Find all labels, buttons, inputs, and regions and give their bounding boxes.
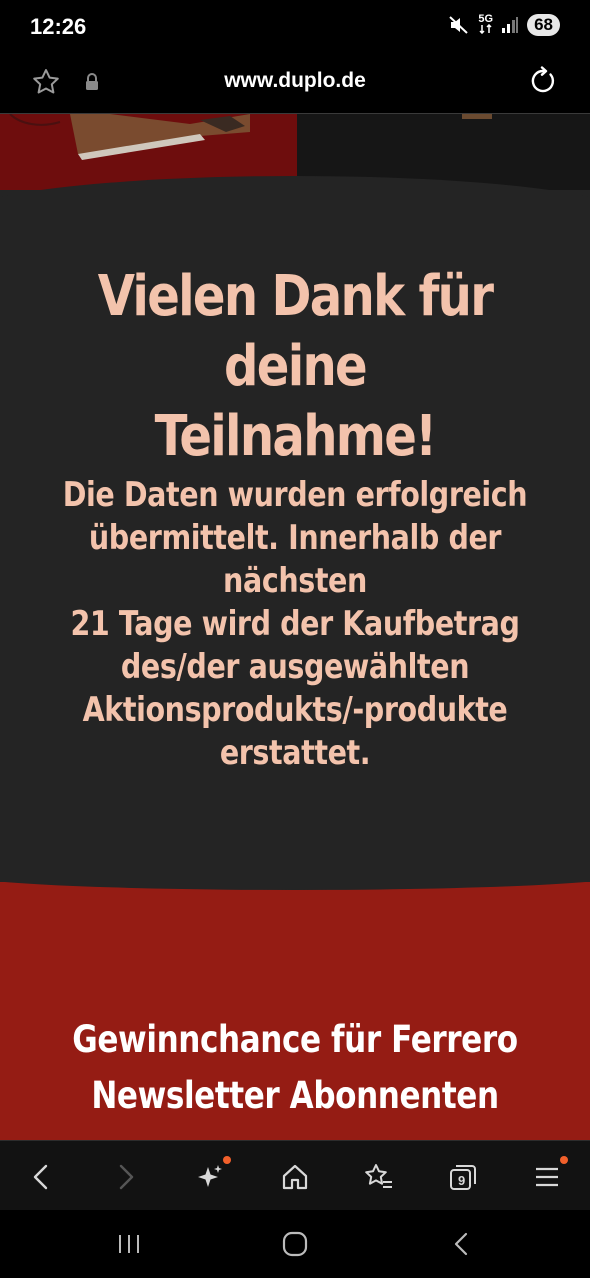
menu-icon[interactable] bbox=[529, 1156, 568, 1195]
promo-heading-line-2: Newsletter Abonnenten bbox=[91, 1074, 499, 1117]
confirmation-line: erstattet. bbox=[219, 733, 371, 773]
system-nav-bar bbox=[0, 1210, 590, 1278]
home-button-icon[interactable] bbox=[275, 1228, 315, 1260]
back-icon[interactable] bbox=[23, 1159, 59, 1195]
page-title-line-2: Teilnahme! bbox=[154, 404, 438, 469]
promo-curve-divider bbox=[0, 874, 590, 890]
confirmation-line: übermittelt. Innerhalb der nächsten bbox=[88, 518, 502, 601]
url-bar: www.duplo.de bbox=[0, 52, 590, 114]
confirmation-message: Die Daten wurden erfolgreich übermittelt… bbox=[47, 474, 543, 775]
home-icon[interactable] bbox=[277, 1159, 313, 1195]
signal-icon bbox=[502, 17, 519, 33]
mute-icon bbox=[449, 16, 469, 34]
web-content: Vielen Dank für deine Teilnahme! Die Dat… bbox=[0, 114, 590, 1140]
forward-icon[interactable] bbox=[108, 1159, 144, 1195]
bookmarks-icon[interactable] bbox=[361, 1159, 397, 1195]
network-badge: 5G bbox=[478, 14, 493, 36]
confirmation-line: Aktionsprodukts/-produkte bbox=[82, 690, 508, 730]
browser-toolbar: 9 bbox=[0, 1140, 590, 1210]
status-icons: 5G 68 bbox=[448, 14, 560, 36]
status-time: 12:26 bbox=[30, 14, 87, 39]
status-bar: 12:26 5G 68 bbox=[0, 0, 590, 52]
reload-icon[interactable] bbox=[528, 66, 558, 100]
promo-heading-line-1: Gewinnchance für Ferrero bbox=[72, 1018, 518, 1061]
newsletter-promo-section: Gewinnchance für Ferrero Newsletter Abon… bbox=[0, 874, 590, 1140]
url-text[interactable]: www.duplo.de bbox=[0, 69, 590, 93]
hero-image-strip bbox=[0, 114, 590, 216]
confirmation-line: des/der ausgewählten bbox=[120, 647, 470, 687]
confirmation-line: Die Daten wurden erfolgreich bbox=[62, 475, 528, 515]
recent-apps-icon[interactable] bbox=[109, 1228, 149, 1260]
confirmation-line: 21 Tage wird der Kaufbetrag bbox=[70, 604, 520, 644]
ai-sparkle-icon[interactable] bbox=[192, 1156, 231, 1195]
notification-dot bbox=[223, 1156, 231, 1164]
tabs-icon[interactable]: 9 bbox=[445, 1159, 481, 1195]
page-title-line-1: Vielen Dank für deine bbox=[97, 264, 494, 399]
system-back-icon[interactable] bbox=[441, 1228, 481, 1260]
page-title: Vielen Dank für deine Teilnahme! bbox=[41, 262, 548, 472]
promo-heading: Gewinnchance für Ferrero Newsletter Abon… bbox=[47, 1012, 543, 1124]
battery-indicator: 68 bbox=[527, 14, 560, 36]
notification-dot bbox=[560, 1156, 568, 1164]
tabs-count: 9 bbox=[458, 1173, 466, 1188]
